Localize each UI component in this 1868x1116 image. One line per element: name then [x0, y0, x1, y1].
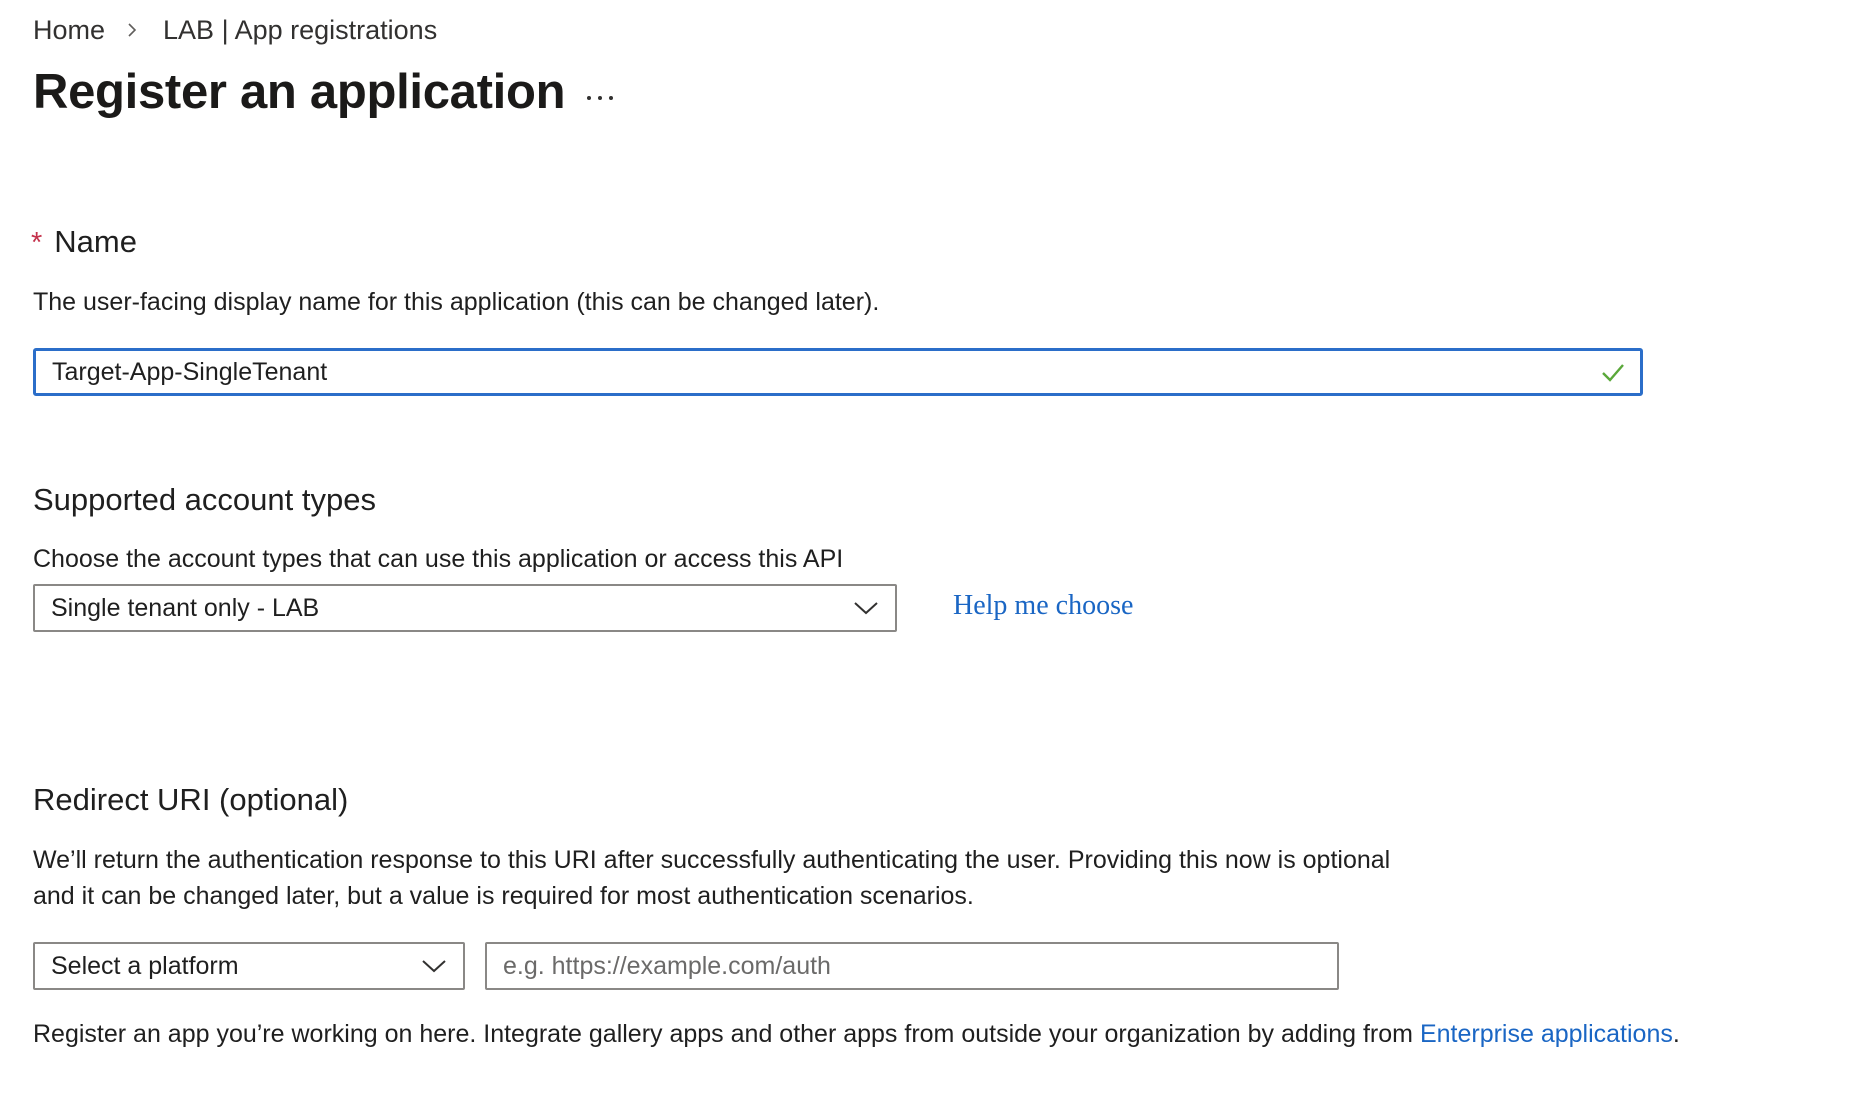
account-type-select[interactable]: Single tenant only - LAB — [33, 584, 897, 632]
chevron-right-icon — [123, 21, 141, 39]
breadcrumb-home[interactable]: Home — [33, 15, 105, 46]
name-description: The user-facing display name for this ap… — [33, 288, 880, 316]
page-title: Register an application — [33, 65, 566, 119]
more-options-button[interactable] — [582, 80, 618, 116]
chevron-down-icon — [421, 958, 447, 974]
more-icon — [587, 96, 613, 100]
breadcrumb: Home LAB | App registrations — [33, 12, 437, 48]
name-input[interactable] — [36, 352, 1572, 392]
footer-note-text: Register an app you’re working on here. … — [33, 1020, 1420, 1048]
account-type-selected-value: Single tenant only - LAB — [51, 593, 320, 622]
account-types-description: Choose the account types that can use th… — [33, 545, 844, 573]
platform-select-value: Select a platform — [51, 951, 239, 980]
name-field-wrapper — [33, 348, 1643, 396]
name-label: * Name — [31, 224, 137, 260]
name-label-text: Name — [54, 224, 137, 259]
redirect-uri-heading: Redirect URI (optional) — [33, 782, 349, 817]
chevron-down-icon — [853, 600, 879, 616]
account-types-heading: Supported account types — [33, 482, 376, 517]
footer-note-period: . — [1672, 1020, 1680, 1048]
required-indicator: * — [31, 227, 43, 259]
breadcrumb-app-registrations[interactable]: LAB | App registrations — [163, 15, 437, 46]
enterprise-applications-link[interactable]: Enterprise applications — [1420, 1020, 1673, 1048]
redirect-uri-input[interactable] — [485, 942, 1339, 990]
footer-note: Register an app you’re working on here. … — [33, 1020, 1680, 1049]
checkmark-icon — [1602, 364, 1624, 382]
platform-select[interactable]: Select a platform — [33, 942, 465, 990]
redirect-uri-description: We’ll return the authentication response… — [33, 846, 1391, 910]
help-me-choose-link[interactable]: Help me choose — [953, 590, 1133, 622]
